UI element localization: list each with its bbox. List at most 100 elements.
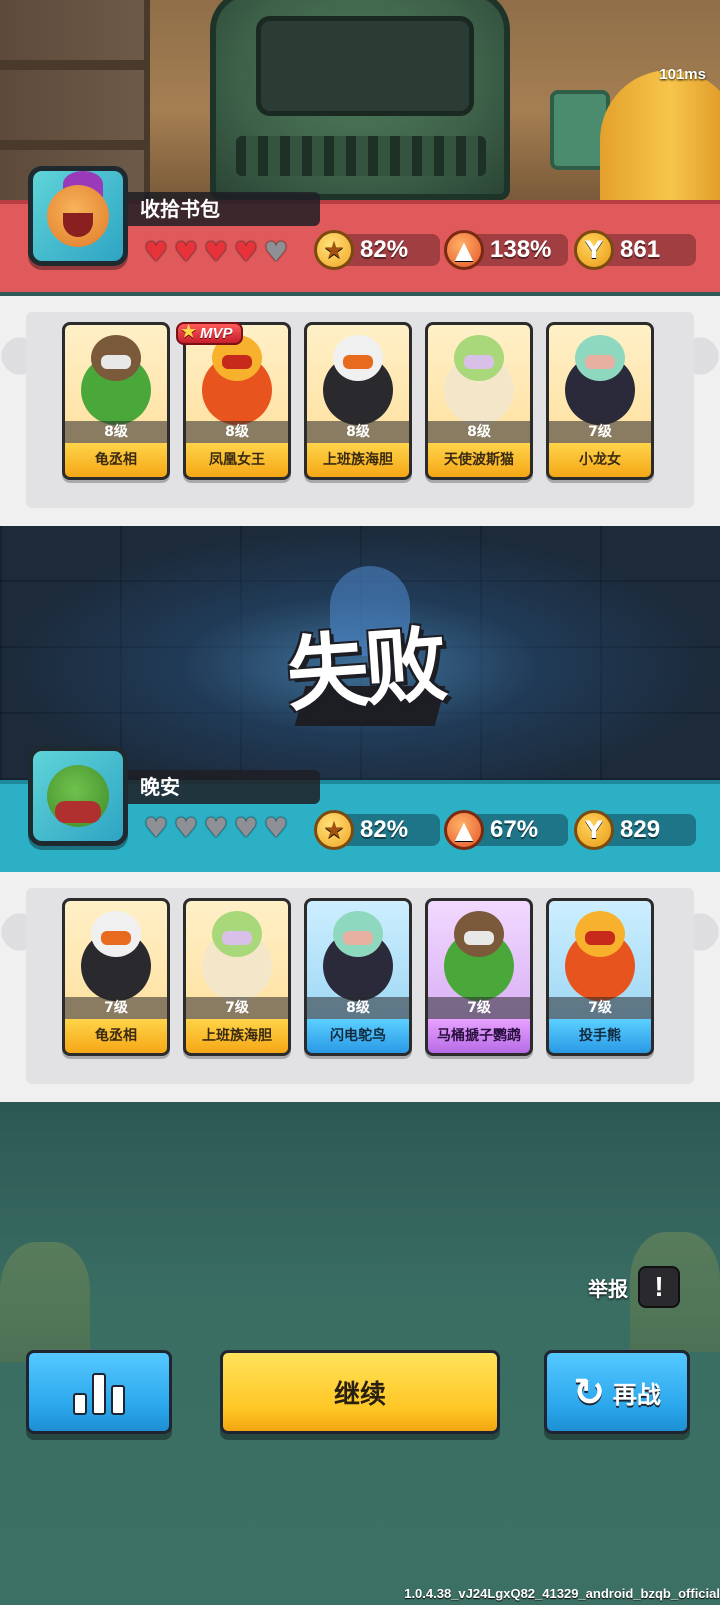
heart-empty-icon: ♥: [203, 813, 229, 844]
version-string: 1.0.4.38_vJ24LgxQ82_41329_android_bzqb_o…: [404, 1586, 720, 1601]
player-1-trophies: 861: [620, 236, 661, 263]
heart-full-icon: ♥: [173, 237, 199, 268]
refresh-icon: ↻: [573, 1370, 605, 1414]
mvp-badge: MVP: [176, 322, 243, 345]
continue-button[interactable]: 继续: [220, 1350, 500, 1434]
hero-card[interactable]: 8级 闪电鸵鸟: [304, 898, 412, 1056]
hero-name: 龟丞相: [65, 1019, 167, 1053]
player-2-star-stat: ★ 82%: [314, 810, 440, 850]
player-1-cards: 8级 龟丞相 8级 凤凰女王 8级 上班族海胆 8级 天使波斯猫 7级 小龙女: [62, 322, 654, 480]
hero-level: 8级: [186, 421, 288, 443]
trophy-icon: Y: [574, 230, 614, 270]
heart-empty-icon: ♥: [173, 813, 199, 844]
portrait-detail: [222, 355, 252, 369]
heart-empty-icon: ♥: [143, 813, 169, 844]
player-2-rank-rate: 67%: [490, 816, 539, 843]
rank-icon: ▲: [444, 810, 484, 850]
rematch-label: 再战: [612, 1380, 661, 1409]
heart-empty-icon: ♥: [263, 813, 289, 844]
bar-chart-icon: [73, 1369, 125, 1415]
hero-card[interactable]: 7级 马桶搋子鹦鹉: [425, 898, 533, 1056]
player-2-hearts: ♥ ♥ ♥ ♥ ♥: [142, 813, 290, 844]
report-button[interactable]: 举报 !: [588, 1266, 680, 1308]
player-2-cards: 7级 龟丞相 7级 上班族海胆 8级 闪电鸵鸟 7级 马桶搋子鹦鹉 7级 投手熊: [62, 898, 654, 1056]
stats-button[interactable]: [26, 1350, 172, 1434]
heart-empty-icon: ♥: [263, 237, 289, 268]
star-icon: ★: [314, 230, 354, 270]
player-2-team-panel: 7级 龟丞相 7级 上班族海胆 8级 闪电鸵鸟 7级 马桶搋子鹦鹉 7级 投手熊: [0, 872, 720, 1102]
player-2-name: 晚安: [128, 770, 320, 804]
hero-level: 7级: [549, 421, 651, 443]
hero-name: 龟丞相: [65, 443, 167, 477]
portrait-detail: [101, 931, 131, 945]
star-icon: ★: [314, 810, 354, 850]
heart-full-icon: ♥: [203, 237, 229, 268]
portrait-detail: [343, 355, 373, 369]
hero-level: 7级: [549, 997, 651, 1019]
ping-indicator: 101ms: [659, 66, 706, 83]
player-1-star-rate: 82%: [360, 236, 409, 263]
player-1-trophy-stat: Y 861: [574, 230, 696, 270]
hero-card[interactable]: 8级 上班族海胆: [304, 322, 412, 480]
cone-decoration: [0, 1242, 90, 1362]
player-1-rank-stat: ▲ 138%: [444, 230, 568, 270]
portrait-detail: [585, 931, 615, 945]
portrait-detail: [464, 355, 494, 369]
hero-card[interactable]: 8级 凤凰女王: [183, 322, 291, 480]
hero-name: 上班族海胆: [307, 443, 409, 477]
barrel-decoration: [600, 70, 720, 200]
heart-empty-icon: ♥: [233, 813, 259, 844]
hero-name: 马桶搋子鹦鹉: [428, 1019, 530, 1053]
heart-full-icon: ♥: [143, 237, 169, 268]
exclamation-icon: !: [638, 1266, 680, 1308]
heart-full-icon: ♥: [233, 237, 259, 268]
hero-level: 7级: [428, 997, 530, 1019]
player-1-avatar[interactable]: [28, 166, 128, 266]
hero-card[interactable]: 8级 天使波斯猫: [425, 322, 533, 480]
hero-card[interactable]: 7级 投手熊: [546, 898, 654, 1056]
hero-level: 8级: [307, 421, 409, 443]
avatar-face: [47, 765, 109, 827]
hero-level: 7级: [186, 997, 288, 1019]
hero-name: 小龙女: [549, 443, 651, 477]
portrait-detail: [343, 931, 373, 945]
hero-name: 凤凰女王: [186, 443, 288, 477]
hero-level: 8级: [428, 421, 530, 443]
result-text: 失败: [283, 617, 447, 724]
hero-card[interactable]: 7级 上班族海胆: [183, 898, 291, 1056]
hero-card[interactable]: 7级 小龙女: [546, 322, 654, 480]
continue-label: 继续: [333, 1379, 386, 1410]
portrait-detail: [101, 355, 131, 369]
player-1-team-panel: 8级 龟丞相 8级 凤凰女王 8级 上班族海胆 8级 天使波斯猫 7级 小龙女: [0, 296, 720, 526]
hero-level: 8级: [65, 421, 167, 443]
hero-name: 上班族海胆: [186, 1019, 288, 1053]
player-1-name: 收拾书包: [128, 192, 320, 226]
hero-card[interactable]: 7级 龟丞相: [62, 898, 170, 1056]
player-1-rank-rate: 138%: [490, 236, 552, 263]
player-2-avatar[interactable]: [28, 746, 128, 846]
portrait-detail: [222, 931, 252, 945]
jeep-decoration: [210, 0, 510, 200]
result-banner: 失败: [0, 526, 720, 780]
rematch-button[interactable]: ↻ 再战: [544, 1350, 690, 1434]
hero-level: 8级: [307, 997, 409, 1019]
player-2-rank-stat: ▲ 67%: [444, 810, 568, 850]
rank-icon: ▲: [444, 230, 484, 270]
hero-name: 闪电鸵鸟: [307, 1019, 409, 1053]
team-tray: 7级 龟丞相 7级 上班族海胆 8级 闪电鸵鸟 7级 马桶搋子鹦鹉 7级 投手熊: [26, 888, 694, 1084]
hero-name: 天使波斯猫: [428, 443, 530, 477]
hero-name: 投手熊: [549, 1019, 651, 1053]
player-2-star-rate: 82%: [360, 816, 409, 843]
trophy-icon: Y: [574, 810, 614, 850]
team-tray: 8级 龟丞相 8级 凤凰女王 8级 上班族海胆 8级 天使波斯猫 7级 小龙女: [26, 312, 694, 508]
portrait-detail: [464, 931, 494, 945]
avatar-face: [47, 185, 109, 247]
player-1-hearts: ♥ ♥ ♥ ♥ ♥: [142, 237, 290, 268]
portrait-detail: [585, 355, 615, 369]
player-2-trophy-stat: Y 829: [574, 810, 696, 850]
player-2-trophies: 829: [620, 816, 661, 843]
report-label: 举报: [588, 1276, 628, 1301]
hero-level: 7级: [65, 997, 167, 1019]
hero-card[interactable]: 8级 龟丞相: [62, 322, 170, 480]
player-1-star-stat: ★ 82%: [314, 230, 440, 270]
